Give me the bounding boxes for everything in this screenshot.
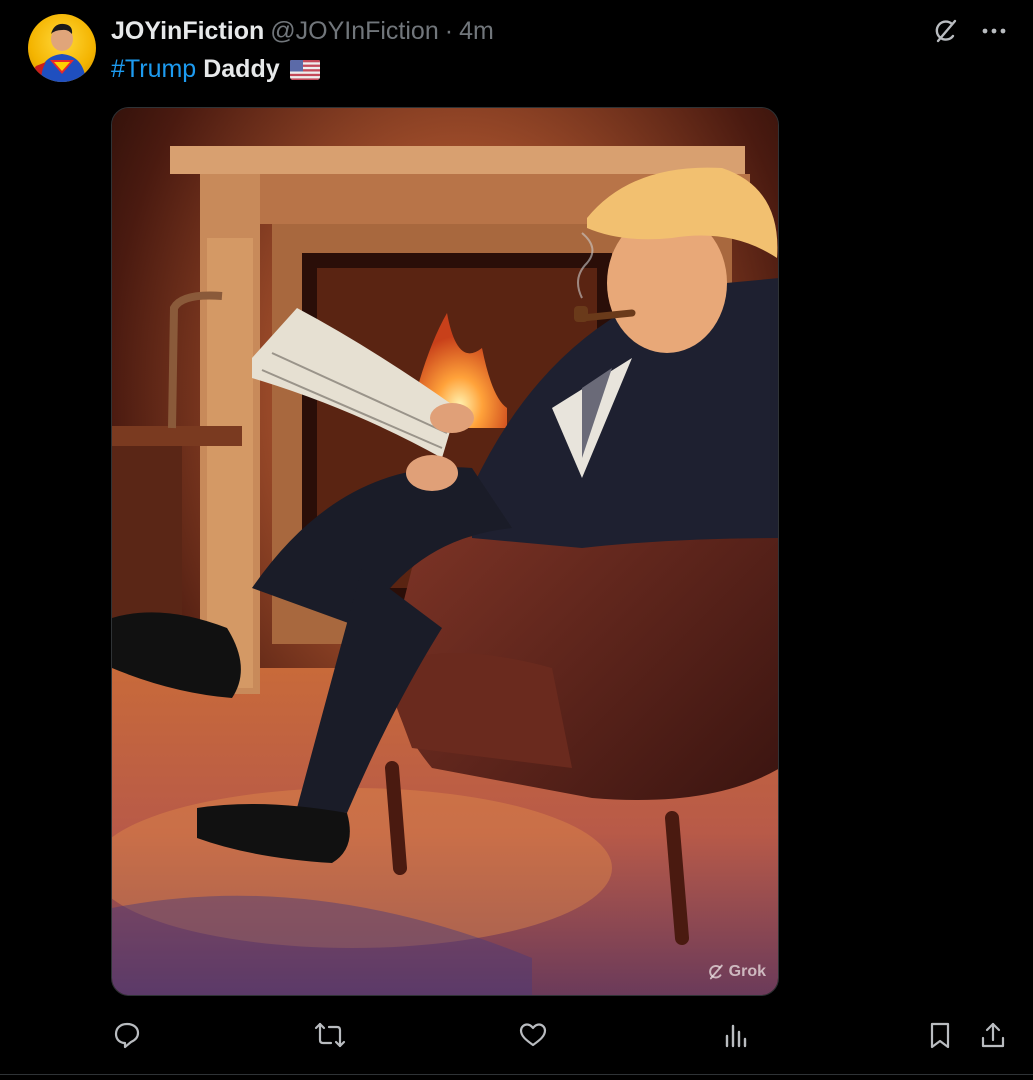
display-name[interactable]: JOYinFiction xyxy=(111,17,264,46)
ai-generated-illustration xyxy=(112,108,778,995)
post-header: JOYinFiction @JOYInFiction · 4m xyxy=(111,14,494,48)
avatar[interactable] xyxy=(28,14,96,82)
like-icon[interactable] xyxy=(516,1018,550,1052)
post-timestamp[interactable]: 4m xyxy=(459,17,494,46)
share-icon[interactable] xyxy=(976,1018,1010,1052)
watermark-label: Grok xyxy=(728,963,766,980)
separator-dot: · xyxy=(444,16,454,45)
post-image[interactable]: Grok xyxy=(111,107,779,996)
reply-icon[interactable] xyxy=(110,1018,144,1052)
grok-watermark: Grok xyxy=(707,963,766,981)
hashtag-link[interactable]: #Trump xyxy=(111,55,196,84)
grok-watermark-icon xyxy=(708,964,723,980)
divider xyxy=(0,1074,1033,1075)
bookmark-icon[interactable] xyxy=(923,1018,957,1052)
views-icon[interactable] xyxy=(719,1018,753,1052)
tweet[interactable]: JOYinFiction @JOYInFiction · 4m #Trump D… xyxy=(0,0,1033,1080)
more-icon[interactable] xyxy=(979,16,1009,46)
repost-icon[interactable] xyxy=(313,1018,347,1052)
user-handle[interactable]: @JOYInFiction xyxy=(270,17,438,46)
post-top-actions xyxy=(931,16,1009,46)
grok-icon[interactable] xyxy=(931,16,961,46)
post-text: #Trump Daddy xyxy=(111,52,320,86)
post-action-bar xyxy=(0,1014,1033,1058)
us-flag-icon xyxy=(289,59,320,80)
post-text-word: Daddy xyxy=(203,54,280,83)
